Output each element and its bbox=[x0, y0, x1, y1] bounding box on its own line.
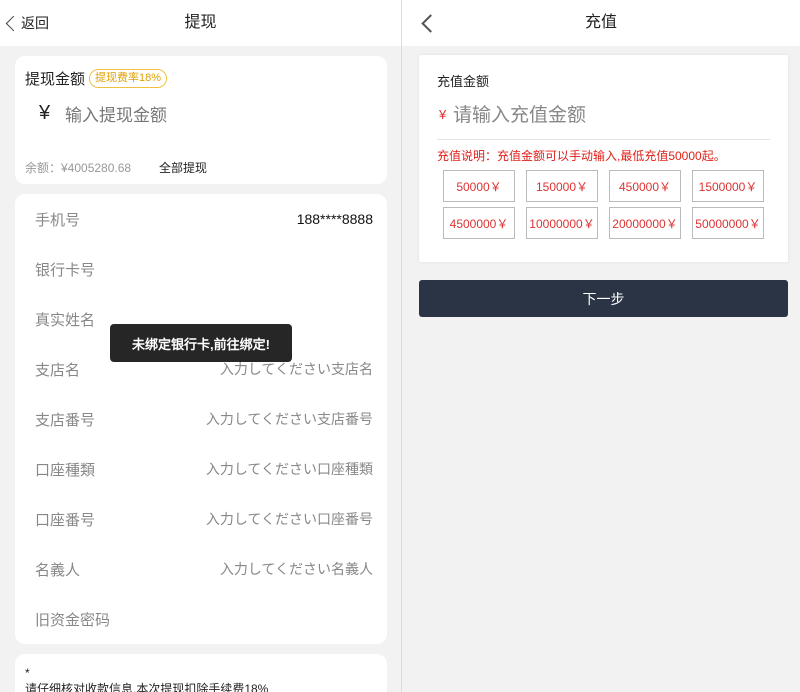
withdraw-amount-card: 提现金额 提现费率18% ¥ 余额：¥4005280.68 全部提现 bbox=[15, 56, 387, 184]
amount-option[interactable]: 450000￥ bbox=[609, 170, 681, 202]
fund-password-input[interactable] bbox=[153, 611, 373, 627]
form-row-account-number: 口座番号 bbox=[35, 509, 373, 529]
yen-symbol: ¥ bbox=[39, 102, 51, 124]
withdraw-pane: 返回 提现 提现金额 提现费率18% ¥ 余额：¥4005280.68 全部提现… bbox=[0, 0, 401, 692]
page-title: 提现 bbox=[184, 14, 217, 31]
card-number-input[interactable] bbox=[153, 261, 373, 277]
amount-option[interactable]: 10000000￥ bbox=[526, 207, 598, 239]
form-row-holder-name: 名義人 bbox=[35, 559, 373, 579]
form-row-card-number: 银行卡号 bbox=[35, 259, 373, 279]
recharge-hint: 充值说明：充值金额可以手动输入,最低充值50000起。 bbox=[437, 149, 726, 163]
amount-option[interactable]: 50000￥ bbox=[443, 170, 515, 202]
toast-message: 未绑定银行卡,前往绑定! bbox=[110, 324, 292, 362]
withdraw-amount-input[interactable] bbox=[65, 102, 365, 130]
phone-value: 188****8888 bbox=[296, 211, 373, 227]
field-label: 真实姓名 bbox=[35, 311, 96, 329]
branch-name-input[interactable] bbox=[153, 361, 373, 377]
form-row-branch-name: 支店名 bbox=[35, 359, 373, 379]
withdraw-header: 返回 提现 bbox=[0, 0, 401, 46]
form-row-account-type: 口座種類 bbox=[35, 459, 373, 479]
recharge-card: 充值金额 ¥ 充值说明：充值金额可以手动输入,最低充值50000起。 50000… bbox=[419, 55, 788, 262]
recharge-amount-input[interactable] bbox=[453, 103, 753, 129]
amount-option[interactable]: 20000000￥ bbox=[609, 207, 681, 239]
amount-label: 提现金额 bbox=[25, 71, 86, 88]
field-label: 口座種類 bbox=[35, 461, 96, 479]
field-label: 银行卡号 bbox=[35, 261, 96, 279]
amount-option[interactable]: 1500000￥ bbox=[692, 170, 764, 202]
bank-info-form: 手机号 188****8888 银行卡号 真实姓名 支店名 支店番号 口座種類 … bbox=[15, 194, 387, 644]
form-row-branch-number: 支店番号 bbox=[35, 409, 373, 429]
recharge-header: 充值 bbox=[402, 0, 800, 46]
form-row-fund-password: 旧资金密码 bbox=[35, 609, 373, 629]
input-underline bbox=[437, 139, 770, 140]
field-label: 手机号 bbox=[35, 211, 81, 229]
field-label: 旧资金密码 bbox=[35, 611, 111, 629]
form-row-phone: 手机号 188****8888 bbox=[35, 209, 373, 229]
field-label: 名義人 bbox=[35, 561, 81, 579]
withdraw-all-button[interactable]: 全部提现 bbox=[159, 159, 207, 176]
account-type-input[interactable] bbox=[153, 461, 373, 477]
recharge-amount-label: 充值金额 bbox=[437, 74, 490, 89]
amount-option[interactable]: 50000000￥ bbox=[692, 207, 764, 239]
recharge-title: 充值 bbox=[584, 14, 617, 31]
notice-star: * bbox=[25, 666, 30, 680]
amount-options: 50000￥ 150000￥ 450000￥ 1500000￥ 4500000￥… bbox=[443, 170, 764, 239]
amount-option[interactable]: 4500000￥ bbox=[443, 207, 515, 239]
holder-name-input[interactable] bbox=[153, 561, 373, 577]
branch-number-input[interactable] bbox=[153, 411, 373, 427]
amount-header: 提现金额 提现费率18% bbox=[25, 68, 168, 89]
field-label: 支店名 bbox=[35, 361, 81, 379]
fee-badge: 提现费率18% bbox=[89, 69, 168, 88]
yen-symbol: ¥ bbox=[439, 107, 447, 122]
notice-text: 请仔细核对收款信息,本次提现扣除手续费18% bbox=[25, 682, 269, 692]
field-label: 口座番号 bbox=[35, 511, 96, 529]
notice-card: * 请仔细核对收款信息,本次提现扣除手续费18% bbox=[15, 654, 387, 692]
balance-text: 余额：¥4005280.68 bbox=[25, 161, 132, 175]
recharge-pane: 充值 充值金额 ¥ 充值说明：充值金额可以手动输入,最低充值50000起。 50… bbox=[402, 0, 800, 692]
field-label: 支店番号 bbox=[35, 411, 96, 429]
account-number-input[interactable] bbox=[153, 511, 373, 527]
amount-option[interactable]: 150000￥ bbox=[526, 170, 598, 202]
next-step-button[interactable]: 下一步 bbox=[419, 280, 788, 317]
